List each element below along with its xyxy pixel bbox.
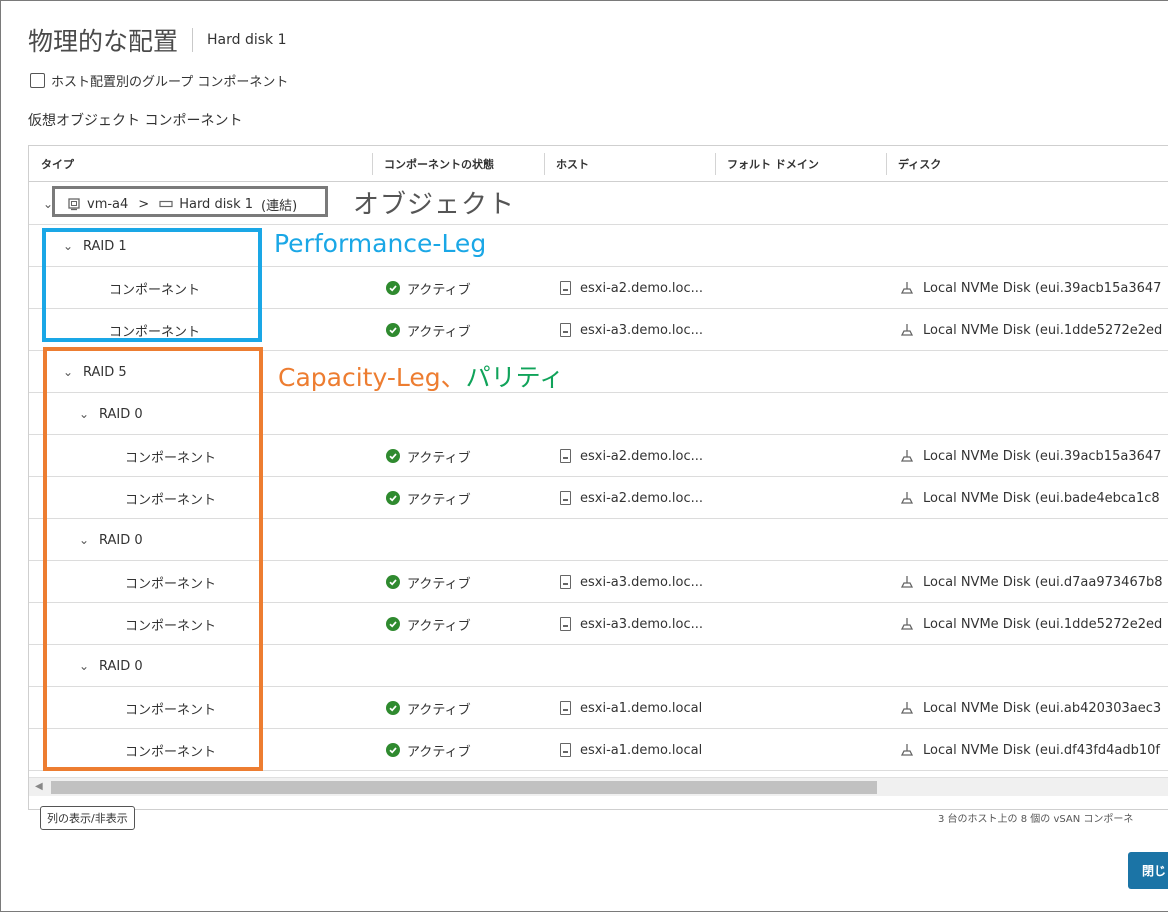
disk-link[interactable]: Local NVMe Disk (eui.bade4ebca1c8 bbox=[923, 491, 1160, 506]
host-link[interactable]: esxi-a1.demo.local bbox=[580, 743, 702, 758]
disk-link[interactable]: Local NVMe Disk (eui.1dde5272e2ed bbox=[923, 323, 1162, 338]
component-status: アクティブ bbox=[407, 282, 471, 298]
host-icon bbox=[560, 281, 571, 295]
object-annotation-label: オブジェクト bbox=[353, 190, 516, 220]
disk-link[interactable]: Local NVMe Disk (eui.1dde5272e2ed bbox=[923, 617, 1162, 632]
object-annotation-box bbox=[52, 186, 328, 217]
host-icon bbox=[560, 617, 571, 631]
component-status: アクティブ bbox=[407, 576, 471, 592]
column-header-fault-domain[interactable]: フォルト ドメイン bbox=[715, 146, 819, 182]
disk-link[interactable]: Local NVMe Disk (eui.d7aa973467b8 bbox=[923, 575, 1163, 590]
host-icon bbox=[560, 575, 571, 589]
component-status: アクティブ bbox=[407, 450, 471, 466]
column-header-disk[interactable]: ディスク bbox=[886, 146, 941, 182]
disk-icon bbox=[900, 576, 914, 588]
column-header-status[interactable]: コンポーネントの状態 bbox=[372, 146, 494, 182]
capacity-leg-box bbox=[43, 347, 263, 771]
title-divider bbox=[192, 28, 194, 52]
component-status: アクティブ bbox=[407, 702, 471, 718]
host-link[interactable]: esxi-a1.demo.local bbox=[580, 701, 702, 716]
dialog-header: 物理的な配置 Hard disk 1 bbox=[28, 22, 287, 58]
show-hide-columns-button[interactable]: 列の表示/非表示 bbox=[40, 806, 135, 830]
component-status: アクティブ bbox=[407, 492, 471, 508]
group-by-host-option[interactable]: ホスト配置別のグループ コンポーネント bbox=[30, 71, 288, 90]
check-circle-icon bbox=[386, 617, 400, 631]
horizontal-scrollbar[interactable]: ◀ bbox=[29, 777, 1168, 796]
disk-icon bbox=[900, 702, 914, 714]
host-icon bbox=[560, 743, 571, 757]
host-link[interactable]: esxi-a3.demo.loc... bbox=[580, 323, 703, 338]
host-icon bbox=[560, 701, 571, 715]
disk-icon bbox=[900, 324, 914, 336]
check-circle-icon bbox=[386, 575, 400, 589]
host-link[interactable]: esxi-a2.demo.loc... bbox=[580, 281, 703, 296]
column-header-type[interactable]: タイプ bbox=[29, 146, 74, 182]
host-icon bbox=[560, 323, 571, 337]
host-link[interactable]: esxi-a3.demo.loc... bbox=[580, 617, 703, 632]
component-count-summary: 3 台のホスト上の 8 個の vSAN コンポーネ bbox=[938, 814, 1134, 825]
disk-link[interactable]: Local NVMe Disk (eui.39acb15a3647 bbox=[923, 281, 1161, 296]
performance-leg-box bbox=[42, 228, 262, 342]
column-header-host[interactable]: ホスト bbox=[544, 146, 589, 182]
host-link[interactable]: esxi-a2.demo.loc... bbox=[580, 449, 703, 464]
disk-link[interactable]: Local NVMe Disk (eui.39acb15a3647 bbox=[923, 449, 1161, 464]
scrollbar-thumb[interactable] bbox=[51, 781, 877, 794]
group-by-host-checkbox[interactable] bbox=[30, 73, 45, 88]
host-icon bbox=[560, 449, 571, 463]
check-circle-icon bbox=[386, 323, 400, 337]
section-label: 仮想オブジェクト コンポーネント bbox=[28, 113, 243, 129]
host-icon bbox=[560, 491, 571, 505]
disk-link[interactable]: Local NVMe Disk (eui.ab420303aec3 bbox=[923, 701, 1161, 716]
component-status: アクティブ bbox=[407, 324, 471, 340]
capacity-leg-label: Capacity-Leg bbox=[278, 363, 441, 392]
annotation-comma: 、 bbox=[440, 363, 466, 392]
grid-header: タイプ コンポーネントの状態 ホスト フォルト ドメイン ディスク bbox=[29, 146, 1168, 182]
disk-icon bbox=[900, 618, 914, 630]
group-by-host-label: ホスト配置別のグループ コンポーネント bbox=[51, 75, 289, 90]
performance-leg-label: Performance-Leg bbox=[274, 229, 487, 258]
page-title: 物理的な配置 bbox=[28, 27, 179, 56]
close-button[interactable]: 閉じ bbox=[1128, 852, 1168, 889]
disk-link[interactable]: Local NVMe Disk (eui.df43fd4adb10f bbox=[923, 743, 1160, 758]
check-circle-icon bbox=[386, 449, 400, 463]
check-circle-icon bbox=[386, 281, 400, 295]
page-subtitle: Hard disk 1 bbox=[207, 32, 287, 48]
parity-label: パリティ bbox=[465, 363, 565, 392]
disk-icon bbox=[900, 492, 914, 504]
host-link[interactable]: esxi-a3.demo.loc... bbox=[580, 575, 703, 590]
disk-icon bbox=[900, 744, 914, 756]
component-status: アクティブ bbox=[407, 618, 471, 634]
check-circle-icon bbox=[386, 701, 400, 715]
check-circle-icon bbox=[386, 491, 400, 505]
disk-icon bbox=[900, 282, 914, 294]
capacity-leg-annotation: Capacity-Leg、パリティ bbox=[278, 358, 564, 394]
component-status: アクティブ bbox=[407, 744, 471, 760]
scroll-left-icon[interactable]: ◀ bbox=[35, 781, 43, 792]
host-link[interactable]: esxi-a2.demo.loc... bbox=[580, 491, 703, 506]
disk-icon bbox=[900, 450, 914, 462]
check-circle-icon bbox=[386, 743, 400, 757]
